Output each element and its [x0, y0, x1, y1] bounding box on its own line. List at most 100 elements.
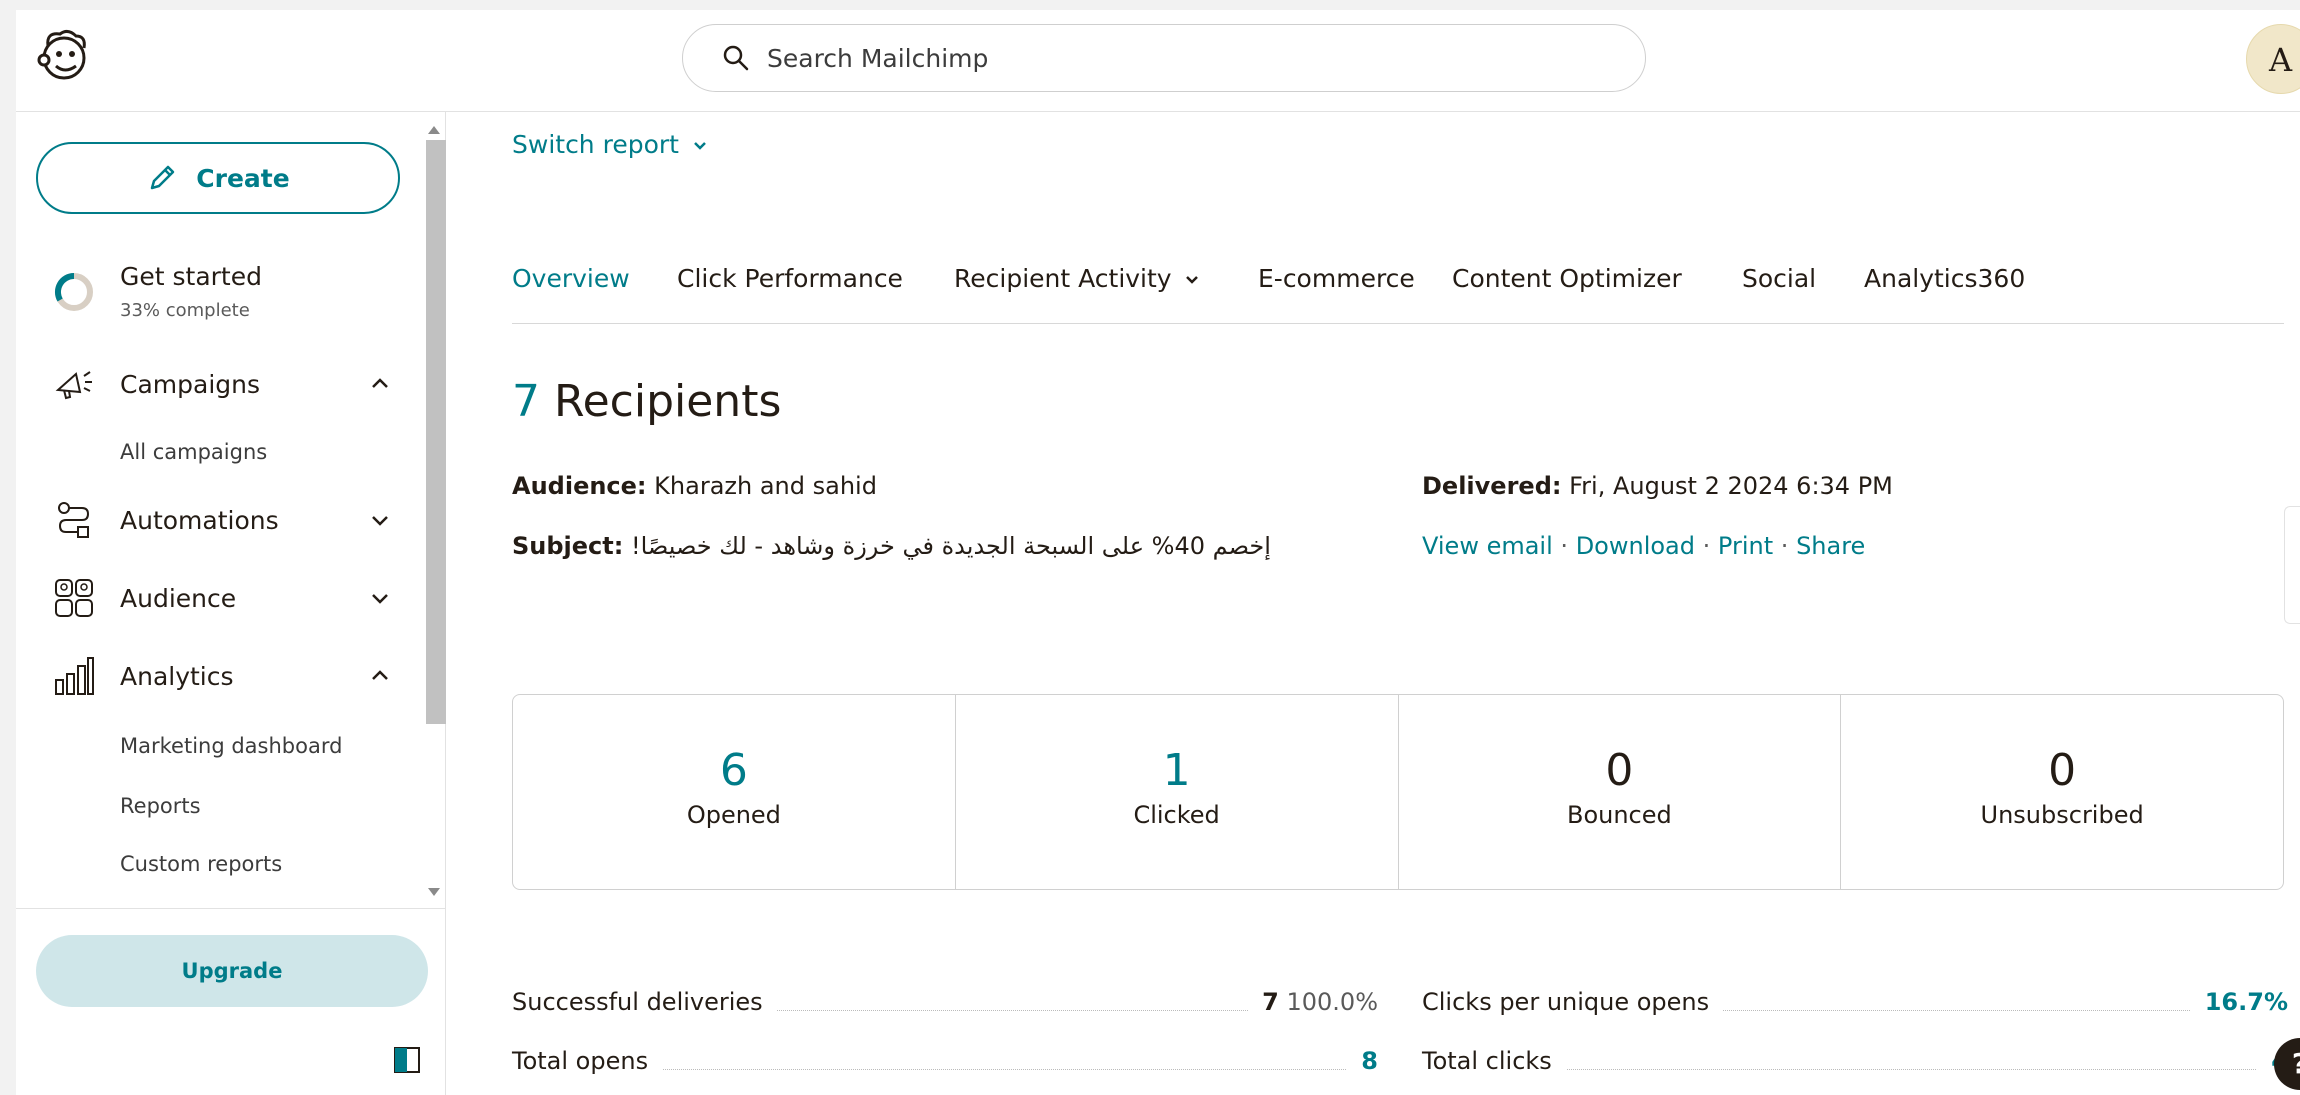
stat-label: Clicked: [1133, 801, 1220, 829]
clicks-per-unique-opens-row: Clicks per unique opens 16.7%: [1422, 988, 2288, 1024]
tab-analytics360[interactable]: Analytics360: [1864, 264, 2025, 293]
share-link[interactable]: Share: [1796, 532, 1865, 560]
stat-bounced: 0 Bounced: [1399, 695, 1842, 889]
scroll-down-arrow[interactable]: [428, 888, 440, 896]
audience-value: Kharazh and sahid: [654, 472, 877, 500]
chevron-up-icon[interactable]: [368, 372, 392, 396]
total-opens-value[interactable]: 8: [1361, 1047, 1378, 1075]
delivered-value: Fri, August 2 2024 6:34 PM: [1569, 472, 1893, 500]
row-value: 16.7%: [2190, 988, 2288, 1016]
search-icon: [723, 45, 749, 71]
subject-label: Subject:: [512, 532, 624, 560]
stat-value: 1: [1162, 745, 1191, 796]
avatar[interactable]: A: [2246, 24, 2300, 94]
chevron-down-icon[interactable]: [368, 586, 392, 610]
separator: ·: [1780, 532, 1789, 560]
recipients-heading: 7 Recipients: [512, 376, 781, 427]
stat-unsubscribed: 0 Unsubscribed: [1841, 695, 2283, 889]
automation-icon: [58, 502, 90, 538]
row-label: Total clicks: [1422, 1047, 1566, 1075]
sidebar-subitem-all-campaigns[interactable]: All campaigns: [120, 440, 267, 464]
chevron-down-icon[interactable]: [368, 508, 392, 532]
tab-content-optimizer[interactable]: Content Optimizer: [1452, 264, 1682, 293]
recipients-count: 7: [512, 376, 540, 427]
stat-value: 0: [2048, 745, 2077, 796]
tab-recipient-activity[interactable]: Recipient Activity: [954, 264, 1200, 293]
pencil-icon: [151, 165, 175, 190]
progress-ring-icon: [54, 272, 93, 311]
separator: ·: [1560, 532, 1569, 560]
tab-label: Recipient Activity: [954, 264, 1172, 293]
collapse-sidebar-icon[interactable]: [394, 1047, 420, 1073]
stat-value: 0: [1605, 745, 1634, 796]
scroll-thumb[interactable]: [426, 140, 446, 724]
audience-label: Audience:: [512, 472, 647, 500]
tab-overview[interactable]: Overview: [512, 264, 630, 293]
stat-label: Opened: [686, 801, 781, 829]
switch-report-label: Switch report: [512, 130, 679, 159]
tab-social[interactable]: Social: [1742, 264, 1816, 293]
successful-deliveries-row: Successful deliveries 7 100.0%: [512, 988, 1378, 1024]
upgrade-button[interactable]: Upgrade: [36, 935, 428, 1007]
total-opens-row: Total opens 8: [512, 1047, 1378, 1083]
deliveries-count: 7: [1262, 988, 1279, 1016]
report-tabs: Overview Click Performance Recipient Act…: [512, 264, 2284, 324]
subject-info: Subject: إخصم 40% على السبحة الجديدة في …: [512, 532, 1271, 560]
tab-click-performance[interactable]: Click Performance: [677, 264, 903, 293]
separator: ·: [1702, 532, 1711, 560]
view-email-link[interactable]: View email: [1422, 532, 1553, 560]
row-label: Successful deliveries: [512, 988, 777, 1016]
feedback-tab[interactable]: [2284, 506, 2300, 624]
sidebar-item-analytics[interactable]: Analytics: [16, 646, 416, 706]
download-link[interactable]: Download: [1576, 532, 1695, 560]
stat-clicked[interactable]: 1 Clicked: [956, 695, 1399, 889]
sidebar-item-label: Audience: [120, 583, 237, 613]
sidebar-item-label: Automations: [120, 505, 279, 535]
sidebar-subitem-custom-reports[interactable]: Custom reports: [120, 852, 282, 876]
create-label: Create: [196, 163, 290, 193]
chevron-up-icon[interactable]: [368, 664, 392, 688]
row-label: Clicks per unique opens: [1422, 988, 1724, 1016]
top-bar: Search Mailchimp A: [16, 10, 2300, 112]
sidebar-item-automations[interactable]: Automations: [16, 490, 416, 550]
sidebar-subitem-reports[interactable]: Reports: [120, 794, 201, 818]
get-started-progress: 33% complete: [120, 300, 250, 321]
chevron-down-icon: [694, 141, 706, 150]
tab-e-commerce[interactable]: E-commerce: [1258, 264, 1415, 293]
sidebar-nav: Create Get started 33% complete Campaign…: [16, 112, 416, 908]
print-link[interactable]: Print: [1718, 532, 1773, 560]
audience-info: Audience: Kharazh and sahid: [512, 472, 877, 500]
mailchimp-logo[interactable]: [34, 24, 98, 88]
sidebar-scrollbar[interactable]: [420, 112, 446, 908]
deliveries-percent: 100.0%: [1286, 988, 1378, 1016]
scroll-up-arrow[interactable]: [428, 126, 440, 134]
delivered-label: Delivered:: [1422, 472, 1562, 500]
chevron-down-icon: [1185, 275, 1198, 284]
search-input[interactable]: Search Mailchimp: [767, 44, 988, 73]
sidebar-item-label: Campaigns: [120, 369, 261, 399]
subject-value: إخصم 40% على السبحة الجديدة في خرزة وشاه…: [631, 532, 1271, 560]
recipients-label: Recipients: [554, 376, 782, 427]
sidebar-item-label: Analytics: [120, 661, 234, 691]
sidebar-item-campaigns[interactable]: Campaigns: [16, 354, 416, 414]
sidebar-footer: Upgrade: [16, 908, 446, 1095]
sidebar-subitem-marketing-dashboard[interactable]: Marketing dashboard: [120, 734, 342, 758]
app-window: Search Mailchimp A Create Get started 33…: [16, 10, 2300, 1095]
bar-chart-icon: [55, 657, 94, 695]
row-label: Total opens: [512, 1047, 663, 1075]
stat-label: Bounced: [1566, 801, 1672, 829]
row-value[interactable]: 8: [1347, 1047, 1378, 1075]
create-button[interactable]: Create: [36, 142, 400, 214]
report-main: Switch report Overview Click Performance…: [446, 112, 2300, 1095]
switch-report-dropdown[interactable]: Switch report: [512, 130, 709, 159]
stat-opened[interactable]: 6 Opened: [513, 695, 956, 889]
row-value: 7 100.0%: [1248, 988, 1378, 1016]
get-started-link[interactable]: Get started: [120, 262, 262, 291]
total-clicks-row: Total clicks 4: [1422, 1047, 2288, 1083]
search-bar[interactable]: Search Mailchimp: [682, 24, 1646, 92]
megaphone-icon: [55, 371, 92, 400]
sidebar-item-audience[interactable]: Audience: [16, 568, 416, 628]
stat-value: 6: [719, 745, 748, 796]
clicks-per-unique-opens-value: 16.7%: [2204, 988, 2288, 1016]
sidebar: Create Get started 33% complete Campaign…: [16, 112, 446, 1095]
